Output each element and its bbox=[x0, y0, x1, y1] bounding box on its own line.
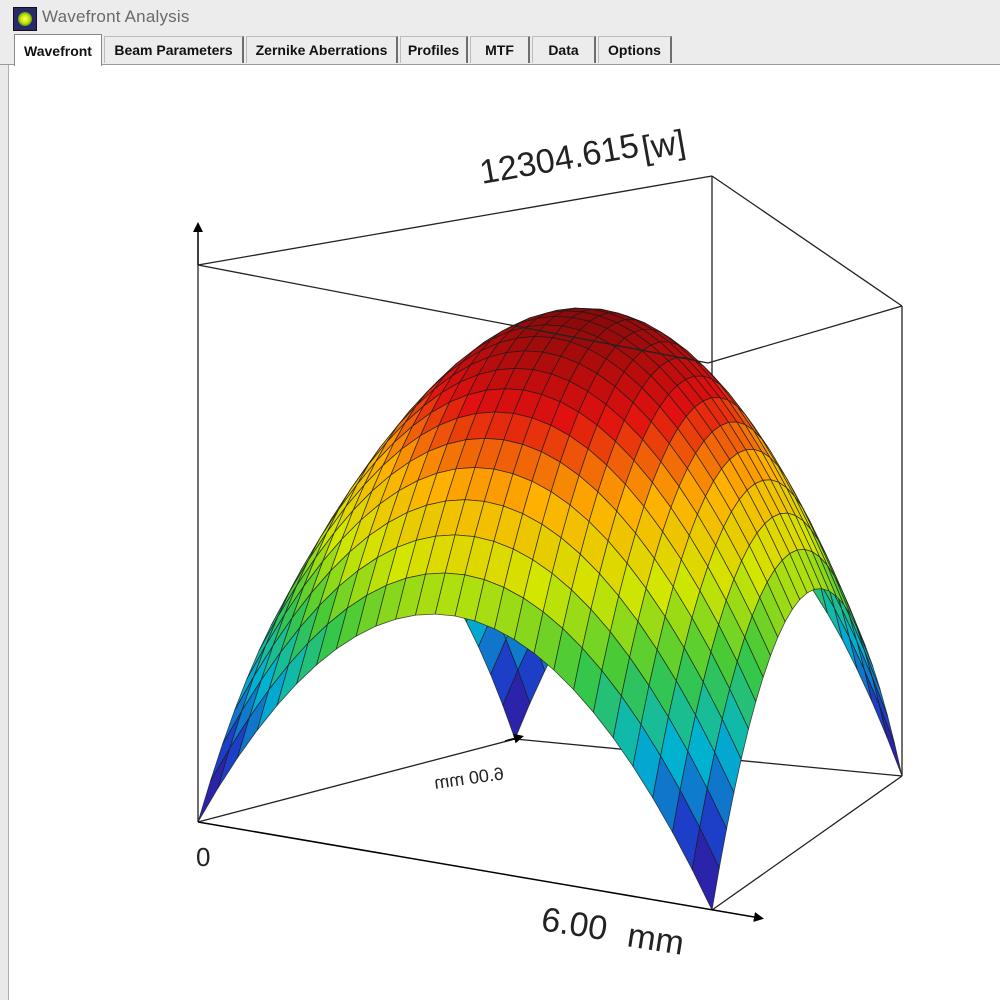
z-unit-label: [w] bbox=[639, 123, 688, 168]
origin-label: 0 bbox=[196, 842, 210, 872]
tab-wavefront[interactable]: Wavefront bbox=[14, 34, 102, 66]
x-unit-label: mm bbox=[625, 916, 687, 962]
wavefront-3d-plot: 12304.615 [w] 0 6.00 mm 6.00 mm bbox=[193, 123, 903, 963]
y-axis-label: 6.00 mm bbox=[433, 763, 505, 793]
wavefront-surface bbox=[197, 307, 903, 912]
surface-cell bbox=[879, 705, 903, 777]
y-axis-label-group: 6.00 mm bbox=[433, 763, 505, 793]
surface-cell bbox=[197, 747, 231, 823]
z-max-label: 12304.615 bbox=[477, 127, 642, 192]
x-max-label: 6.00 bbox=[539, 900, 610, 948]
